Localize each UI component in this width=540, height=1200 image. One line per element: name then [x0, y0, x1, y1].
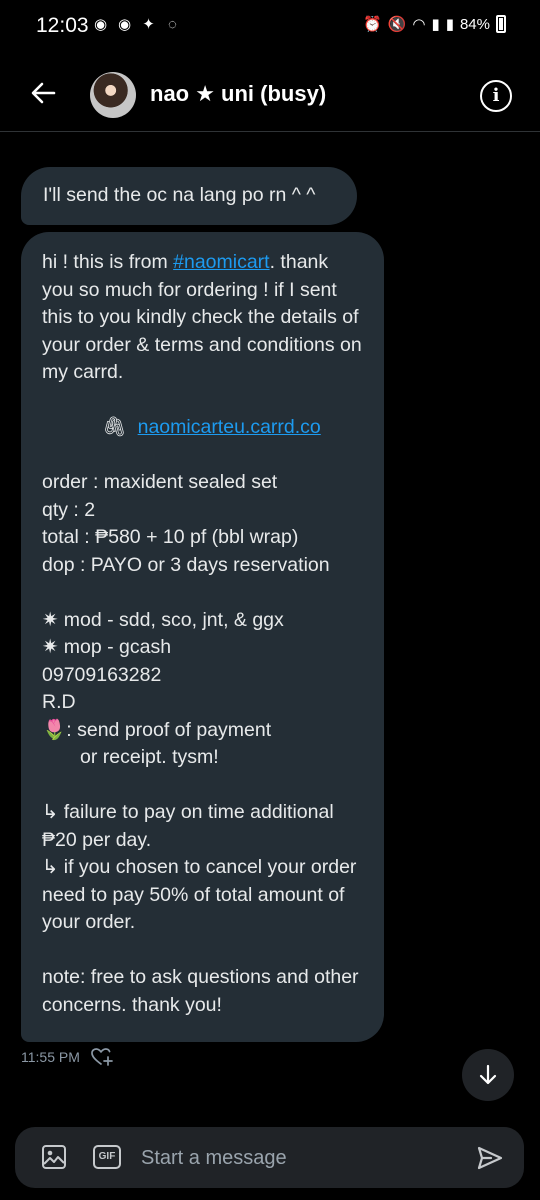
proof-line: 🌷: send proof of payment [42, 718, 272, 741]
avatar[interactable] [90, 72, 136, 118]
gcash-number: 09709163282 [42, 663, 162, 686]
message-bubble[interactable]: I'll send the oc na lang po rn ^ ^ [21, 167, 357, 225]
wifi-icon: ◠ [412, 16, 426, 33]
carrd-line: 🖇 naomicarteu.carrd.co [42, 414, 363, 442]
discord-icon: ◉ [117, 16, 132, 33]
cancel-line: ↳ if you chosen to cancel your order nee… [42, 856, 357, 933]
proof-line-2: or receipt. tysm! [80, 746, 219, 768]
mod-line: ✷ mod - sdd, sco, jnt, & ggx [42, 608, 284, 631]
paperclip-icon: 🖇 [102, 416, 127, 438]
note-line: note: free to ask questions and other co… [42, 966, 359, 1016]
heart-plus-icon[interactable] [90, 1047, 114, 1067]
discord-icon: ◉ [93, 16, 108, 33]
back-arrow-icon[interactable] [28, 78, 58, 108]
tulip-icon: 🌷 [42, 718, 67, 741]
conversation-title[interactable]: nao ★ uni (busy) [150, 81, 326, 107]
hashtag-link[interactable]: #naomicart [173, 251, 269, 273]
battery-percent: 84% [459, 15, 490, 33]
qty-line: qty : 2 [42, 498, 96, 521]
battery-icon [496, 15, 506, 33]
system-icons: ⏰ 🔇 ◠ ▮ ▮ 84% [363, 15, 506, 33]
messenger-icon: ◌ [168, 16, 177, 33]
message-timestamp: 11:55 PM [21, 1049, 80, 1065]
carrd-link[interactable]: naomicarteu.carrd.co [138, 416, 321, 438]
initials-line: R.D [42, 691, 76, 713]
failure-line: ↳ failure to pay on time additional ₱20 … [42, 801, 334, 851]
info-icon[interactable]: i [480, 80, 512, 112]
status-time: 12:03 [36, 14, 89, 37]
alarm-icon: ⏰ [362, 16, 382, 33]
notification-app-icon: ✦ [142, 16, 155, 33]
gif-button[interactable]: GIF [93, 1145, 121, 1169]
signal-icon: ▮ [431, 16, 440, 33]
notification-icons: ◉ ◉ ✦ ◌ [92, 16, 181, 33]
conversation-header: nao ★ uni (busy) i [0, 60, 540, 130]
mop-line: ✷ mop - gcash [42, 636, 172, 658]
order-line: order : maxident sealed set [42, 471, 278, 493]
header-divider [0, 131, 540, 132]
arrow-down-icon [479, 1064, 497, 1085]
message-text: I'll send the oc na lang po rn ^ ^ [43, 184, 316, 206]
mute-icon: 🔇 [387, 16, 407, 33]
status-bar: 12:03 ◉ ◉ ✦ ◌ ⏰ 🔇 ◠ ▮ ▮ 84% [0, 0, 540, 56]
signal-icon: ▮ [445, 16, 454, 33]
total-line: total : ₱580 + 10 pf (bbl wrap) [42, 526, 299, 548]
message-intro: hi ! this is from #naomicart. thank you … [42, 251, 362, 383]
message-composer: GIF [15, 1127, 524, 1188]
message-bubble[interactable]: hi ! this is from #naomicart. thank you … [21, 232, 384, 1042]
dop-line: dop : PAYO or 3 days reservation [42, 553, 330, 576]
message-input[interactable] [139, 1142, 443, 1174]
message-meta: 11:55 PM [21, 1047, 114, 1067]
image-icon[interactable] [41, 1144, 67, 1170]
scroll-to-bottom-button[interactable] [462, 1049, 514, 1101]
send-icon[interactable] [476, 1144, 504, 1172]
